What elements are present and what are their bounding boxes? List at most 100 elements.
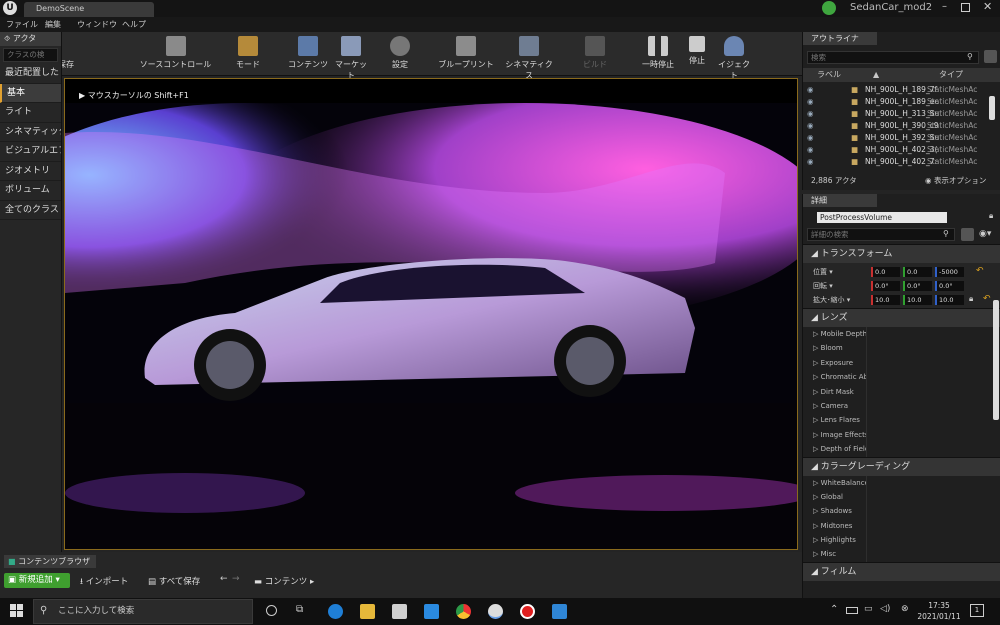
history-forward-icon[interactable]: → <box>232 574 240 584</box>
outliner-row[interactable]: ◉ ■ NH_900L_H_390_c9 StaticMeshAc <box>803 120 1000 132</box>
clock[interactable]: 17:35 2021/01/11 <box>916 600 962 622</box>
stop-button[interactable]: 停止 <box>684 34 710 74</box>
lens-item[interactable]: ▷ Mobile Depth of F <box>803 327 867 342</box>
outliner-row[interactable]: ◉ ■ NH_900L_H_189_7f StaticMeshAc <box>803 84 1000 96</box>
minimize-button[interactable]: – <box>942 1 956 15</box>
menu-window[interactable]: ウィンドウ <box>77 19 117 30</box>
lens-item[interactable]: ▷ Dirt Mask <box>803 384 867 399</box>
marketplace-button[interactable]: マーケット <box>332 34 370 80</box>
record-icon[interactable] <box>520 604 535 619</box>
add-new-button[interactable]: ▣ 新規追加 ▾ <box>4 573 70 588</box>
lens-item[interactable]: ▷ Camera <box>803 398 867 414</box>
rotation-z[interactable]: 0.0° <box>935 281 964 291</box>
scale-lock-icon[interactable]: 🔒︎ <box>969 294 973 304</box>
ime-icon[interactable]: ⊗ <box>901 604 909 614</box>
task-view-icon[interactable]: ⧉ <box>296 604 303 615</box>
volume-icon[interactable]: ◁) <box>880 604 890 614</box>
content-path[interactable]: ▬ コンテンツ ▸ <box>254 575 314 587</box>
store-icon[interactable] <box>392 604 407 619</box>
mode-recent[interactable]: 最近配置した <box>0 64 61 84</box>
eye-icon[interactable]: ◉ <box>807 96 814 108</box>
unreal-engine-icon[interactable] <box>488 604 503 619</box>
film-header[interactable]: ◢ フィルム <box>803 561 1000 581</box>
lens-item[interactable]: ▷ Chromatic Aberra <box>803 370 867 385</box>
grading-item[interactable]: ▷ Global <box>803 489 867 505</box>
mode-cinematic[interactable]: シネマティック <box>0 123 61 142</box>
taskbar-search-input[interactable]: ここに入力して検索 <box>33 599 253 624</box>
blueprint-button[interactable]: ブループリント <box>438 34 494 74</box>
outliner-row[interactable]: ◉ ■ NH_900L_H_189_ec StaticMeshAc <box>803 96 1000 108</box>
cinematics-button[interactable]: シネマティクス <box>503 34 555 80</box>
eye-icon[interactable]: ◉ <box>807 108 814 120</box>
mail-icon[interactable] <box>424 604 439 619</box>
color-grading-header[interactable]: ◢ カラーグレーディング <box>803 456 1000 476</box>
grading-item[interactable]: ▷ Highlights <box>803 533 867 548</box>
details-tab[interactable]: 詳細 <box>803 194 877 207</box>
details-scrollbar[interactable] <box>993 300 999 420</box>
outliner-row[interactable]: ◉ ■ NH_900L_H_313_Su StaticMeshAc <box>803 108 1000 120</box>
save-all-button[interactable]: ▤ すべて保存 <box>148 575 200 587</box>
network-icon[interactable]: ▭ <box>864 604 873 614</box>
lens-item[interactable]: ▷ Lens Flares <box>803 413 867 428</box>
transform-header[interactable]: ◢ トランスフォーム <box>803 244 1000 263</box>
lens-header[interactable]: ◢ レンズ <box>803 308 1000 327</box>
grading-item[interactable]: ▷ Misc <box>803 547 867 562</box>
mode-lights[interactable]: ライト <box>0 103 61 123</box>
rotation-y[interactable]: 0.0° <box>903 281 932 291</box>
sort-up-icon[interactable]: ▲ <box>873 68 879 82</box>
settings-button[interactable]: 設定 <box>385 34 415 74</box>
close-button[interactable]: ✕ <box>983 0 992 13</box>
modes-button[interactable]: モード <box>228 34 268 74</box>
outliner-scrollbar[interactable] <box>989 96 995 120</box>
property-matrix-icon[interactable] <box>961 228 974 241</box>
notification-center-icon[interactable]: 1 <box>970 604 984 617</box>
outliner-row[interactable]: ◉ ■ NH_900L_H_392_Su StaticMeshAc <box>803 132 1000 144</box>
outliner-search-input[interactable]: 検索 <box>807 51 979 64</box>
pause-button[interactable]: 一時停止 <box>640 34 676 74</box>
menu-file[interactable]: ファイル <box>6 19 38 30</box>
location-label[interactable]: 位置 ▾ <box>813 267 833 277</box>
eye-icon[interactable]: ◉ <box>807 132 814 144</box>
unreal-logo-icon[interactable]: U <box>3 1 17 15</box>
class-search-input[interactable]: クラスの検 <box>3 48 58 62</box>
column-label[interactable]: ラベル <box>817 68 841 82</box>
view-options-button[interactable]: ◉ 表示オプション <box>925 175 986 186</box>
lens-item[interactable]: ▷ Bloom <box>803 341 867 356</box>
mode-basic[interactable]: 基本 <box>0 83 61 103</box>
mode-volumes[interactable]: ボリューム <box>0 181 61 201</box>
modes-tab[interactable]: ⯑ アクタ <box>0 32 61 46</box>
scale-y[interactable]: 10.0 <box>903 295 932 305</box>
lens-item[interactable]: ▷ Image Effects <box>803 427 867 443</box>
cortana-icon[interactable] <box>266 605 277 616</box>
eye-icon[interactable]: ◉ <box>807 84 814 96</box>
eject-button[interactable]: イジェクト <box>716 34 752 80</box>
location-y[interactable]: 0.0 <box>903 267 932 277</box>
location-x[interactable]: 0.0 <box>871 267 900 277</box>
mode-visual-effects[interactable]: ビジュアルエフ <box>0 142 61 162</box>
lens-item[interactable]: ▷ Exposure <box>803 355 867 371</box>
level-viewport[interactable]: ▶ マウスカーソルの Shift+F1 <box>64 78 798 550</box>
menu-help[interactable]: ヘルプ <box>122 19 146 30</box>
chrome-icon[interactable] <box>456 604 471 619</box>
outliner-row[interactable]: ◉ ■ NH_900L_H_402_3(StaticMeshAc <box>803 144 1000 156</box>
reset-icon[interactable]: ↶ <box>976 266 984 276</box>
outliner-settings-icon[interactable] <box>984 50 997 63</box>
start-button[interactable] <box>10 604 23 617</box>
eye-icon[interactable]: ◉ <box>807 120 814 132</box>
visibility-filter-icon[interactable]: ◉▾ <box>979 229 991 239</box>
grading-item[interactable]: ▷ WhiteBalance <box>803 475 867 490</box>
grading-item[interactable]: ▷ Shadows <box>803 504 867 519</box>
build-button[interactable]: ビルド <box>578 34 612 74</box>
rotation-x[interactable]: 0.0° <box>871 281 900 291</box>
scale-reset-icon[interactable]: ↶ <box>983 294 991 304</box>
content-button[interactable]: コンテンツ <box>287 34 329 74</box>
object-name-field[interactable]: PostProcessVolume <box>817 212 947 223</box>
scale-z[interactable]: 10.0 <box>935 295 964 305</box>
details-search-input[interactable]: 詳細の検索 <box>807 228 955 241</box>
import-button[interactable]: ⭳ インポート <box>80 575 128 590</box>
source-control-button[interactable]: ソースコントロール <box>138 34 213 74</box>
content-browser-tab[interactable]: ■ コンテンツブラウザ <box>4 555 96 568</box>
file-explorer-icon[interactable] <box>360 604 375 619</box>
level-tab[interactable]: DemoScene <box>24 2 154 17</box>
photos-icon[interactable] <box>552 604 567 619</box>
